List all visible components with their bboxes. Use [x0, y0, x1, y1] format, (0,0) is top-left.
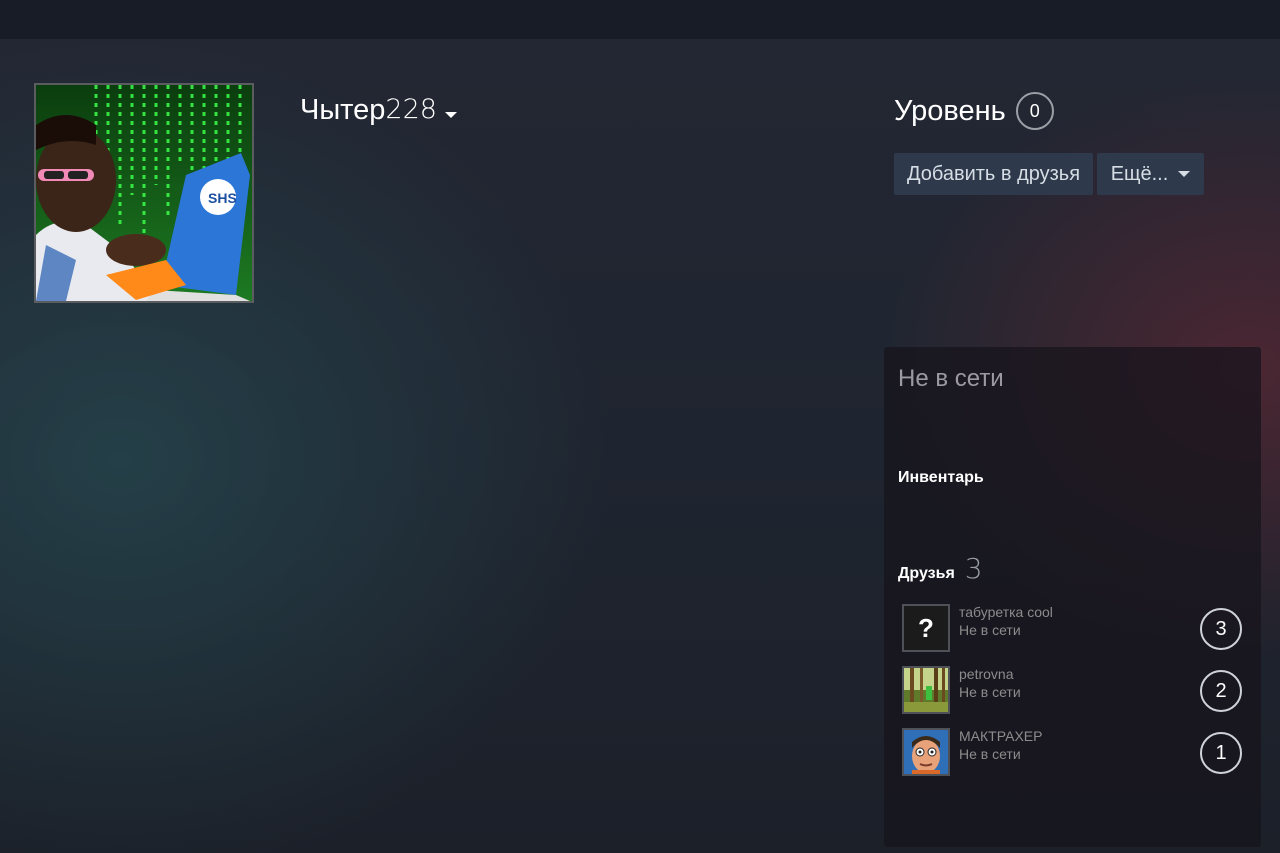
chevron-down-icon [1178, 171, 1191, 177]
level-label: Уровень [894, 95, 1006, 127]
friend-name: табуретка cool [959, 604, 1053, 620]
friend-item[interactable]: ? табуретка cool Не в сети 3 [902, 604, 1244, 654]
svg-text:?: ? [918, 613, 934, 643]
online-status: Не в сети [898, 365, 1004, 392]
cartoon-face-avatar-icon [904, 730, 948, 774]
friend-level-badge: 2 [1200, 670, 1242, 712]
chevron-down-icon [444, 112, 457, 118]
friend-avatar [902, 666, 950, 714]
friends-count[interactable]: 3 [965, 552, 983, 585]
friend-status: Не в сети [959, 684, 1021, 700]
persona-name-suffix: 228 [385, 94, 437, 125]
friend-name: petrovna [959, 666, 1014, 682]
level-badge: 0 [1015, 92, 1054, 130]
friend-level-badge: 1 [1200, 732, 1242, 774]
top-bar [0, 0, 1280, 39]
friend-status: Не в сети [959, 622, 1021, 638]
friend-avatar [902, 728, 950, 776]
matrix-laptop-avatar-image: SHS [36, 85, 252, 301]
friends-label[interactable]: Друзья [898, 565, 955, 583]
inventory-link[interactable]: Инвентарь [898, 469, 984, 487]
friend-status: Не в сети [959, 746, 1021, 762]
profile-side-panel: Не в сети Инвентарь Друзья 3 ? табуретка… [884, 347, 1261, 847]
persona-name-prefix: Чытер [300, 94, 386, 126]
more-actions-label: Ещё... [1110, 162, 1169, 185]
friend-name: МАКТРАХЕР [959, 728, 1043, 744]
friend-level-badge: 3 [1200, 608, 1242, 650]
persona-name-dropdown[interactable]: Чытер 228 [300, 92, 457, 128]
friend-item[interactable]: МАКТРАХЕР Не в сети 1 [902, 728, 1244, 778]
friend-avatar: ? [902, 604, 950, 652]
question-mark-avatar-icon: ? [904, 606, 948, 650]
add-friend-button[interactable]: Добавить в друзья [894, 153, 1093, 195]
add-friend-label: Добавить в друзья [906, 162, 1081, 185]
more-actions-button[interactable]: Ещё... [1097, 153, 1204, 195]
friend-item[interactable]: petrovna Не в сети 2 [902, 666, 1244, 716]
profile-level: Уровень 0 [894, 92, 1054, 130]
friends-header[interactable]: Друзья 3 [898, 552, 983, 585]
svg-text:SHS: SHS [208, 190, 237, 206]
forest-avatar-icon [904, 668, 948, 712]
profile-avatar[interactable]: SHS [34, 83, 254, 303]
